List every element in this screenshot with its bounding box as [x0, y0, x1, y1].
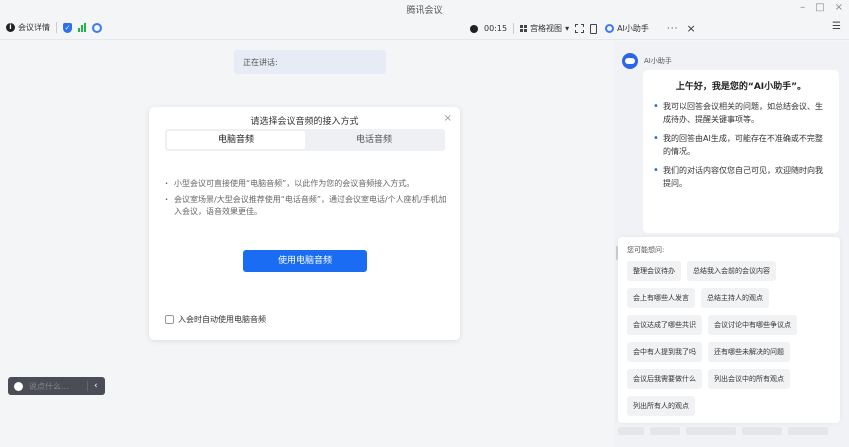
suggestion-chip[interactable]: 会议达成了哪些共识: [627, 315, 702, 335]
ai-assistant-name: AI小助手: [644, 57, 672, 65]
audio-join-dialog: 请选择会议音频的接入方式 × 电脑音频 电话音频 小型会议可直接使用“电脑音频”…: [149, 107, 460, 340]
ai-welcome-card: 上午好，我是您的“AI小助手”。 我可以回答会议相关的问题，如总结会议、生成待办…: [643, 70, 839, 233]
view-mode-label: 宫格视图: [530, 24, 563, 33]
suggestion-chip[interactable]: 会中有人提到我了吗: [627, 342, 702, 362]
ai-assistant-header: AI小助手: [622, 53, 672, 69]
ai-intro-item: 我可以回答会议相关的问题，如总结会议、生成待办、提醒关键事项等。: [653, 100, 829, 126]
grid-view-icon: [520, 25, 528, 32]
auto-audio-checkbox[interactable]: [165, 315, 174, 324]
audio-type-tabs: 电脑音频 电话音频: [165, 129, 445, 151]
use-computer-audio-button[interactable]: 使用电脑音频: [243, 250, 367, 272]
menu-icon[interactable]: ☰: [832, 21, 841, 32]
suggest-title: 您可能想问:: [627, 246, 665, 254]
maximize-button[interactable]: □: [815, 2, 824, 13]
audio-tip: 会议室场景/大型会议推荐使用“电话音频”，通过会议室电话/个人座机/手机加入会议…: [165, 194, 450, 218]
ai-greeting: 上午好，我是您的“AI小助手”。: [675, 82, 807, 92]
ai-assistant-icon: [605, 24, 615, 33]
dialog-close-icon[interactable]: ×: [444, 113, 452, 124]
meeting-toolbar: i 会议详情 ✓ 00:15 宫格视图 ▾ AI小助手 ··· × ☰: [0, 18, 849, 40]
speaking-indicator: 正在讲话:: [234, 50, 386, 74]
audio-tip: 小型会议可直接使用“电脑音频”，以此作为您的会议音频接入方式。: [165, 178, 450, 190]
panel-resize-handle[interactable]: [616, 246, 618, 260]
suggestion-chip[interactable]: 会议讨论中有哪些争议点: [708, 315, 797, 335]
timer-icon: [470, 24, 478, 33]
tab-ai-assistant[interactable]: AI小助手: [605, 23, 649, 34]
ai-tab-label: AI小助手: [617, 24, 649, 33]
quick-chat-input[interactable]: 说点什么...: [29, 381, 81, 392]
collapse-chevron-icon[interactable]: ‹: [87, 381, 98, 391]
auto-audio-label: 入会时自动使用电脑音频: [178, 315, 266, 324]
minimize-button[interactable]: –: [800, 2, 805, 13]
ai-assistant-panel: AI小助手 上午好，我是您的“AI小助手”。 我可以回答会议相关的问题，如总结会…: [614, 41, 849, 447]
window-controls: – □ ×: [800, 2, 843, 13]
meeting-main-area: 正在讲话: 请选择会议音频的接入方式 × 电脑音频 电话音频 小型会议可直接使用…: [0, 41, 614, 447]
chevron-down-icon: ▾: [565, 24, 570, 33]
info-icon: i: [6, 23, 15, 32]
auto-audio-option[interactable]: 入会时自动使用电脑音频: [165, 314, 266, 325]
suggestion-chip[interactable]: 整理会议待办: [627, 261, 681, 281]
ai-avatar-icon: [622, 53, 638, 69]
suggestion-chip[interactable]: 还有哪些未解决的问题: [708, 342, 790, 362]
view-mode-button[interactable]: 宫格视图 ▾: [520, 23, 569, 34]
suggestion-chips: 整理会议待办 总结我入会前的会议内容 会上有哪些人发言 总结主持人的观点 会议达…: [627, 261, 831, 416]
suggestion-chip[interactable]: 会议后我需要做什么: [627, 369, 702, 389]
toolbar-divider: [56, 22, 57, 33]
security-shield-icon[interactable]: ✓: [63, 22, 72, 33]
toolbar-divider: [513, 23, 515, 34]
ai-intro-item: 我的回答由AI生成，可能存在不准确或不完整的情况。: [653, 132, 829, 158]
screen-share-status-icon[interactable]: [92, 22, 102, 33]
emoji-icon[interactable]: [14, 381, 23, 391]
dialog-title: 请选择会议音频的接入方式: [250, 117, 359, 127]
close-window-button[interactable]: ×: [835, 2, 843, 13]
quick-chat-bar[interactable]: 说点什么... ‹: [8, 377, 105, 395]
audio-tips-list: 小型会议可直接使用“电脑音频”，以此作为您的会议音频接入方式。 会议室场景/大型…: [165, 178, 450, 222]
tab-computer-audio[interactable]: 电脑音频: [167, 131, 305, 149]
tab-phone-audio[interactable]: 电话音频: [305, 131, 443, 149]
suggestion-chip[interactable]: 总结我入会前的会议内容: [687, 261, 776, 281]
close-tab-button[interactable]: ×: [687, 22, 696, 35]
toolbar-right: 00:15 宫格视图 ▾ AI小助手 ··· ×: [470, 22, 696, 35]
window-title: 腾讯会议: [406, 6, 443, 16]
title-bar: 腾讯会议 – □ ×: [0, 0, 849, 18]
suggestion-chip[interactable]: 列出会议中的所有观点: [708, 369, 790, 389]
suggested-questions: 您可能想问: 整理会议待办 总结我入会前的会议内容 会上有哪些人发言 总结主持人…: [618, 237, 840, 423]
toolbar-left: i 会议详情 ✓: [6, 22, 102, 33]
ai-intro-list: 我可以回答会议相关的问题，如总结会议、生成待办、提醒关键事项等。 我的回答由AI…: [653, 100, 829, 190]
meeting-info-button[interactable]: i 会议详情: [6, 22, 50, 33]
meeting-timer: 00:15: [484, 24, 508, 33]
meeting-info-label: 会议详情: [18, 23, 50, 32]
chat-input-peek: [618, 427, 840, 447]
fullscreen-icon[interactable]: [575, 24, 585, 33]
ai-intro-item: 我们的对话内容仅您自己可见，欢迎随时向我提问。: [653, 164, 829, 190]
suggestion-chip[interactable]: 会上有哪些人发言: [627, 288, 695, 308]
suggestion-chip[interactable]: 列出所有人的观点: [627, 396, 695, 416]
more-tabs-button[interactable]: ···: [667, 24, 679, 34]
side-panel-toggle-icon[interactable]: [590, 23, 598, 34]
network-signal-icon[interactable]: [78, 23, 86, 32]
suggestion-chip[interactable]: 总结主持人的观点: [701, 288, 769, 308]
